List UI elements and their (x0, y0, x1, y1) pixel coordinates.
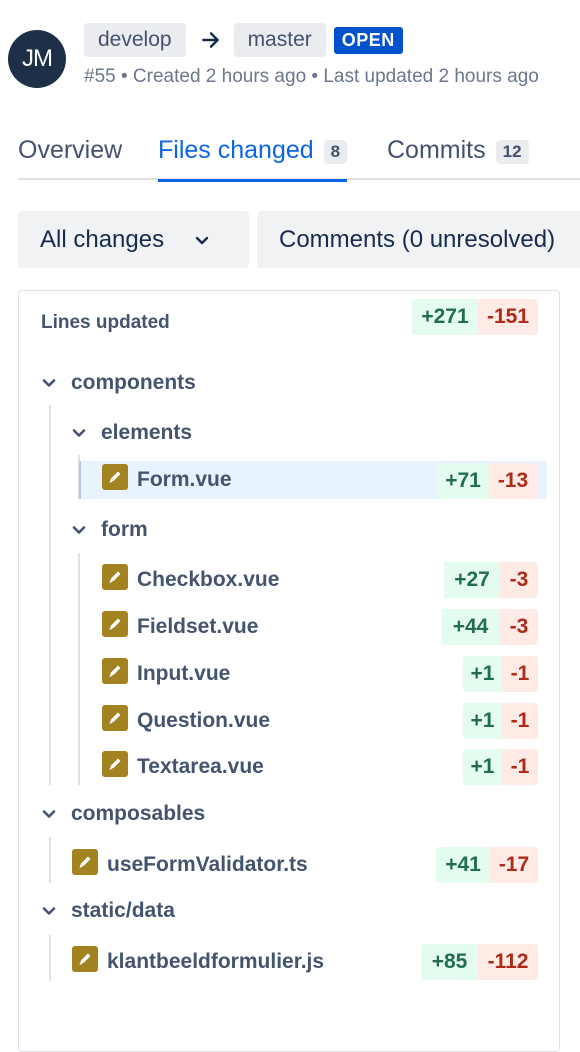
folder-label: form (101, 518, 148, 541)
pencil-icon (102, 658, 128, 684)
file-added: +1 (463, 656, 502, 692)
file-diff-stat: +85 -112 (421, 944, 538, 980)
file-removed: -13 (489, 463, 537, 499)
file-added: +1 (463, 749, 502, 785)
folder-label: elements (101, 421, 193, 444)
file-useformvalidator-ts[interactable]: useFormValidator.ts (72, 846, 308, 884)
file-name: Fieldset.vue (137, 615, 259, 638)
tab-files-changed-count: 8 (323, 140, 348, 164)
chevron-down-icon (42, 379, 56, 387)
chevron-down-icon (195, 236, 209, 244)
file-removed: -1 (502, 749, 538, 785)
total-added: +271 (412, 299, 478, 335)
folder-composables[interactable]: composables (41, 800, 205, 828)
file-diff-stat: +41 -17 (436, 847, 538, 883)
file-diff-stat: +1 -1 (463, 749, 538, 785)
file-removed: -3 (500, 562, 538, 598)
target-branch[interactable]: master (233, 23, 326, 57)
file-added: +27 (444, 562, 500, 598)
pencil-icon (102, 751, 128, 777)
tree-guide-static-data (49, 935, 51, 981)
file-klantbeeldformulier-js[interactable]: klantbeeldformulier.js (72, 943, 324, 981)
comments-filter-dropdown[interactable]: Comments (0 unresolved) (257, 211, 580, 268)
changes-filter-dropdown[interactable]: All changes (18, 211, 249, 268)
chevron-down-icon (72, 526, 86, 534)
comments-filter-label: Comments (0 unresolved) (279, 225, 556, 253)
file-name: Textarea.vue (137, 755, 264, 778)
folder-form[interactable]: form (71, 516, 148, 544)
pencil-icon (72, 946, 98, 972)
pencil-icon (102, 611, 128, 637)
pr-meta: #55 • Created 2 hours ago • Last updated… (84, 66, 539, 87)
branch-row: develop master OPEN (84, 23, 403, 57)
folder-label: components (71, 371, 196, 394)
file-diff-stat: +71 -13 (437, 463, 537, 499)
total-removed: -151 (478, 299, 538, 335)
tab-commits[interactable]: Commits 12 (387, 136, 529, 180)
folder-label: static/data (71, 899, 175, 922)
file-diff-stat: +1 -1 (463, 703, 538, 739)
arrow-right-icon (201, 32, 219, 48)
chevron-down-icon (72, 429, 86, 437)
file-removed: -1 (502, 656, 538, 692)
file-input-vue[interactable]: Input.vue (102, 655, 230, 693)
folder-components[interactable]: components (41, 369, 196, 397)
file-removed: -3 (500, 609, 538, 645)
tab-overview[interactable]: Overview (18, 136, 122, 180)
file-removed: -112 (478, 944, 538, 980)
pencil-icon (102, 705, 128, 731)
folder-elements[interactable]: elements (71, 419, 192, 447)
file-name: Input.vue (137, 662, 231, 685)
tab-files-changed[interactable]: Files changed 8 (158, 136, 348, 182)
tree-guide-components (49, 405, 51, 785)
file-removed: -1 (502, 703, 538, 739)
chevron-down-icon (42, 810, 56, 818)
file-form-vue[interactable]: Form.vue (102, 461, 232, 499)
pencil-icon (72, 849, 98, 875)
chevron-down-icon (42, 907, 56, 915)
file-name: klantbeeldformulier.js (107, 950, 325, 973)
tab-bar: Overview Files changed 8 Commits 12 (0, 132, 580, 182)
total-diff-stat: +271 -151 (412, 299, 538, 335)
avatar-initials: JM (22, 45, 53, 72)
folder-static-data[interactable]: static/data (41, 897, 175, 925)
file-name: useFormValidator.ts (107, 853, 308, 876)
file-name: Question.vue (137, 709, 271, 732)
file-diff-stat: +1 -1 (463, 656, 538, 692)
file-removed: -17 (490, 847, 538, 883)
status-badge: OPEN (333, 26, 403, 54)
tab-overview-label: Overview (18, 136, 123, 164)
tab-files-changed-label: Files changed (158, 136, 314, 164)
changes-filter-label: All changes (40, 225, 165, 253)
tab-commits-count: 12 (495, 140, 529, 164)
file-added: +71 (437, 463, 489, 499)
file-diff-stat: +27 -3 (444, 562, 538, 598)
file-added: +44 (441, 609, 500, 645)
file-name: Checkbox.vue (137, 568, 280, 591)
file-fieldset-vue[interactable]: Fieldset.vue (102, 608, 258, 646)
file-question-vue[interactable]: Question.vue (102, 702, 270, 740)
file-name: Form.vue (137, 468, 232, 491)
pencil-icon (102, 564, 128, 590)
tree-guide-form (78, 553, 80, 785)
tab-commits-label: Commits (387, 136, 486, 164)
file-added: +1 (463, 703, 502, 739)
file-textarea-vue[interactable]: Textarea.vue (102, 748, 264, 786)
file-added: +41 (436, 847, 490, 883)
source-branch[interactable]: develop (84, 23, 186, 57)
tree-guide-composables (49, 837, 51, 883)
folder-label: composables (71, 802, 206, 825)
file-added: +85 (421, 944, 478, 980)
pencil-icon (102, 464, 128, 490)
file-diff-stat: +44 -3 (441, 609, 538, 645)
avatar[interactable]: JM (8, 30, 66, 88)
lines-updated-title: Lines updated (41, 312, 170, 333)
file-checkbox-vue[interactable]: Checkbox.vue (102, 561, 279, 599)
